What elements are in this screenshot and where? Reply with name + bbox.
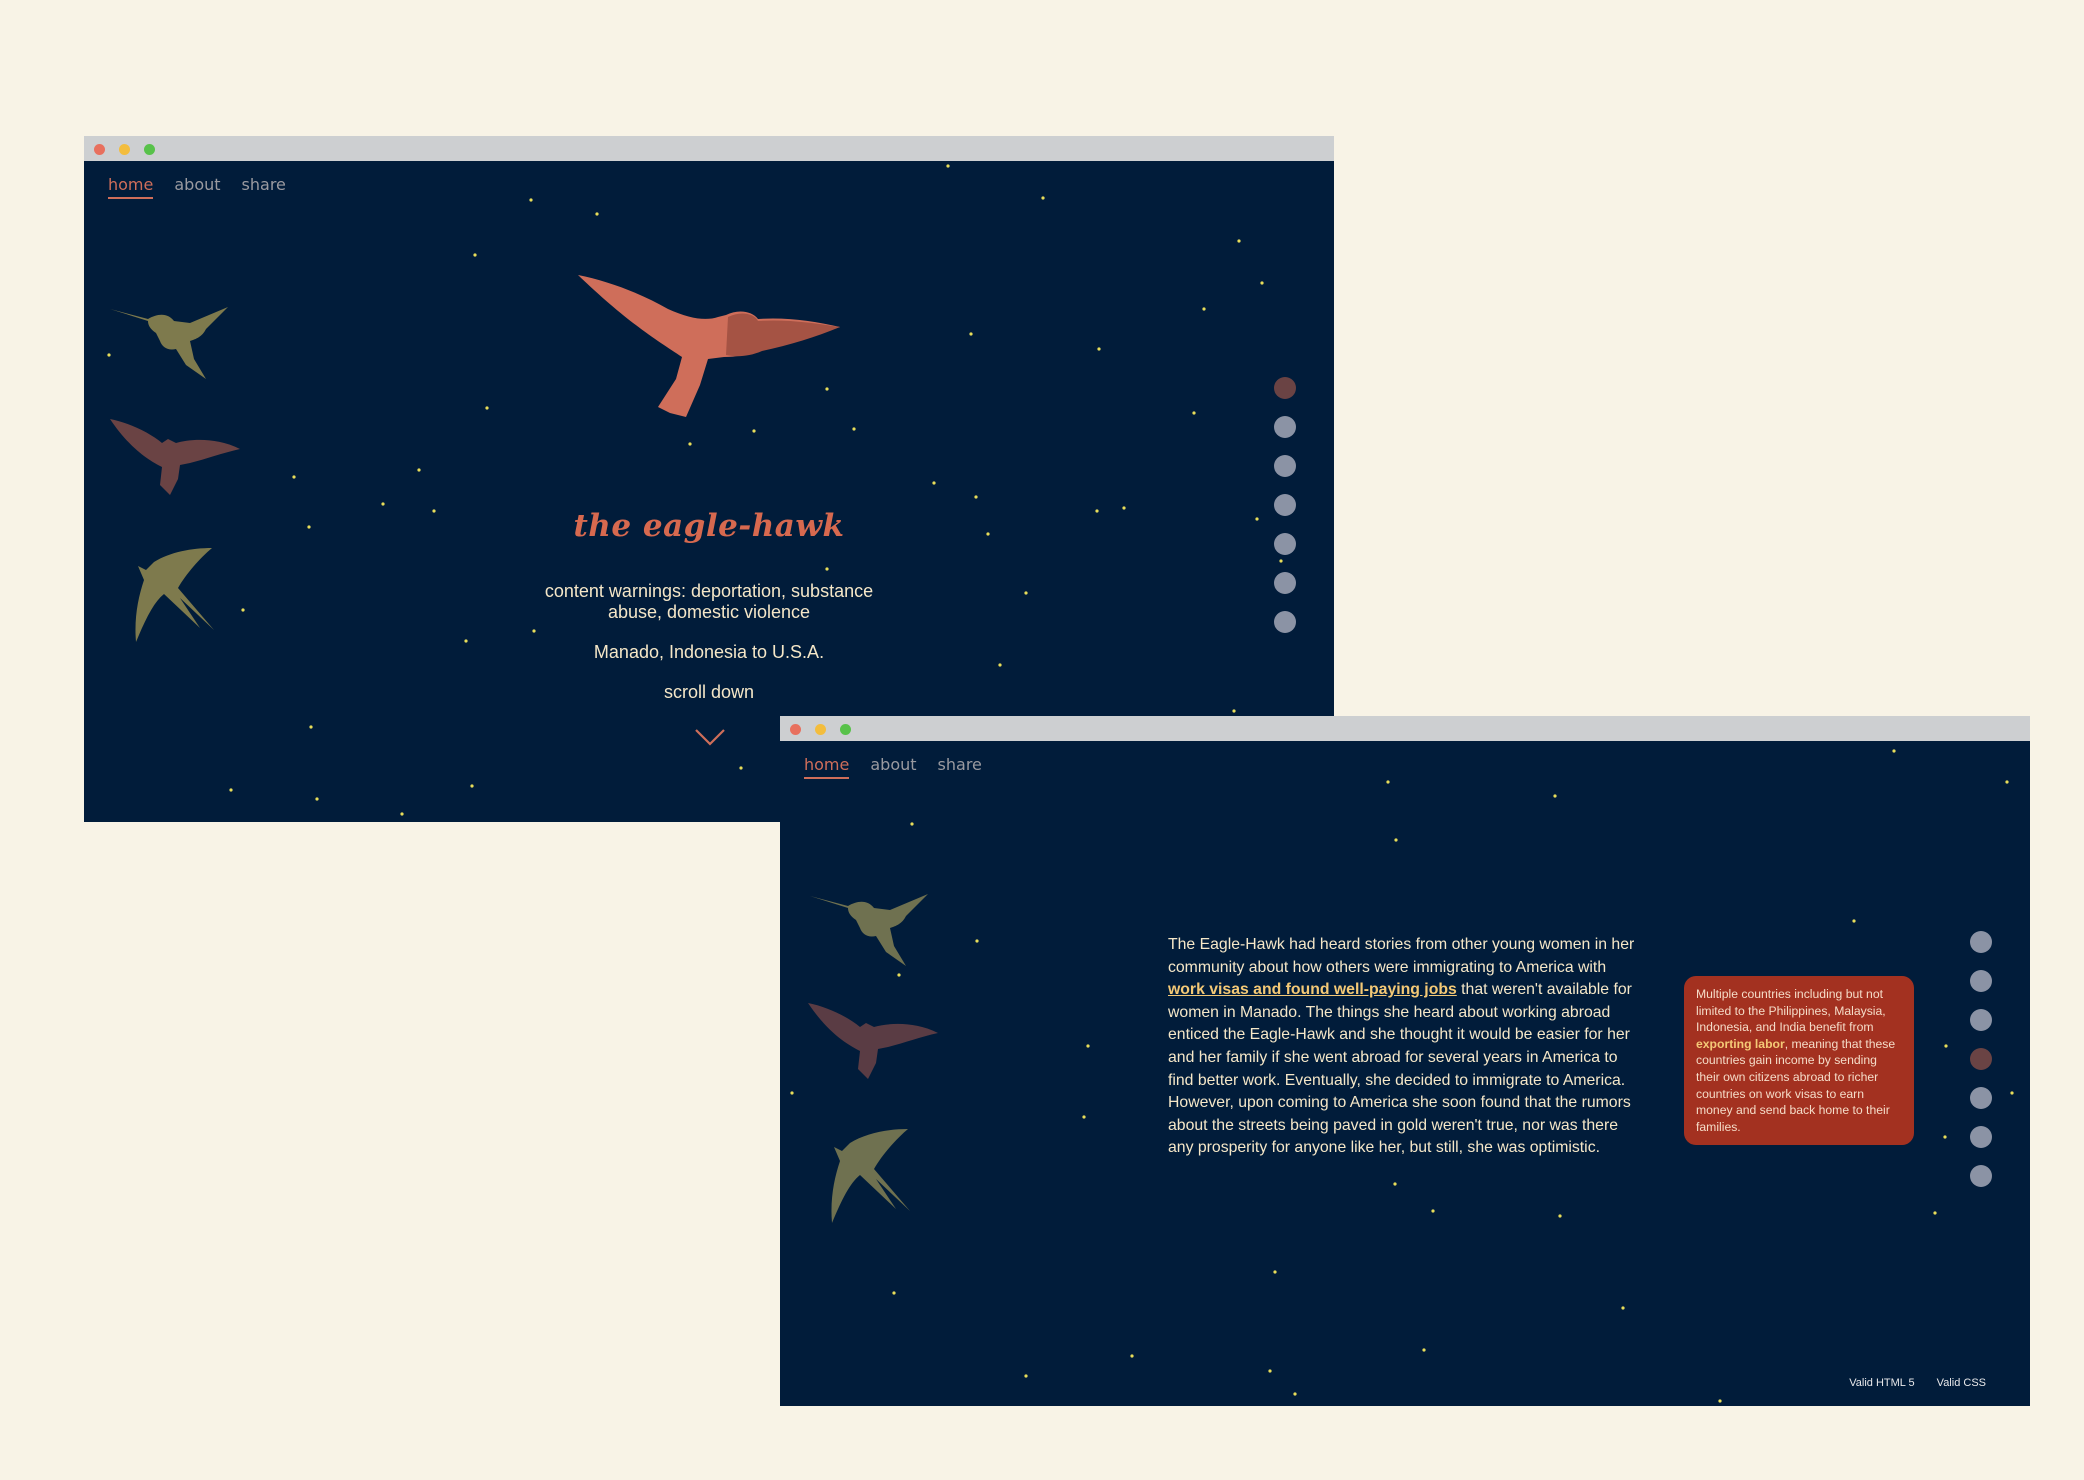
validation-footer: Valid HTML 5 Valid CSS (1849, 1377, 1986, 1389)
story-text: that weren't available for women in Mana… (1168, 981, 1632, 1157)
nav-home-link[interactable]: home (804, 755, 850, 779)
section-dot-1[interactable] (1970, 931, 1992, 953)
hummingbird-icon[interactable] (110, 289, 240, 379)
close-window-button[interactable] (790, 724, 801, 735)
valid-css-link[interactable]: Valid CSS (1937, 1377, 1986, 1389)
eagle-icon[interactable] (808, 1003, 938, 1079)
story-text: The Eagle-Hawk had heard stories from ot… (1168, 936, 1635, 976)
section-dot-2[interactable] (1274, 416, 1296, 438)
eagle-icon[interactable] (110, 419, 240, 495)
close-window-button[interactable] (94, 144, 105, 155)
window-titlebar (84, 136, 1334, 161)
hummingbird-icon[interactable] (810, 876, 940, 966)
nav-about-link[interactable]: about (870, 755, 916, 779)
route-text: Manado, Indonesia to U.S.A. (593, 642, 825, 662)
section-dot-4[interactable] (1274, 494, 1296, 516)
info-callout: Multiple countries including but not lim… (1684, 976, 1914, 1146)
section-dot-5[interactable] (1970, 1087, 1992, 1109)
section-dot-7[interactable] (1274, 611, 1296, 633)
swallow-icon[interactable] (826, 1129, 926, 1223)
main-nav: home about share (804, 755, 982, 779)
page-title: the eagle-hawk (573, 508, 845, 544)
info-text: , meaning that these countries gain inco… (1696, 1036, 1896, 1134)
section-dot-2[interactable] (1970, 970, 1992, 992)
eagle-hero-icon (578, 275, 840, 417)
valid-html-link[interactable]: Valid HTML 5 (1849, 1377, 1914, 1389)
section-dot-6[interactable] (1274, 572, 1296, 594)
chevron-down-icon[interactable] (694, 728, 726, 746)
section-dot-1[interactable] (1274, 377, 1296, 399)
browser-window-story: home about share The Eagle-Hawk had hear… (780, 716, 2030, 1406)
info-text: Multiple countries including but not lim… (1696, 987, 1886, 1035)
nav-share-link[interactable]: share (938, 755, 982, 779)
nav-home-link[interactable]: home (108, 175, 154, 199)
nav-about-link[interactable]: about (174, 175, 220, 199)
section-dot-6[interactable] (1970, 1126, 1992, 1148)
scroll-down-text[interactable]: scroll down (609, 682, 809, 703)
section-dots-nav (1274, 377, 1296, 650)
window-titlebar (780, 716, 2030, 741)
work-visas-link[interactable]: work visas and found well-paying jobs (1168, 981, 1457, 998)
section-dots-nav (1970, 931, 1992, 1204)
section-dot-3[interactable] (1274, 455, 1296, 477)
swallow-icon[interactable] (130, 548, 230, 642)
minimize-window-button[interactable] (815, 724, 826, 735)
section-dot-5[interactable] (1274, 533, 1296, 555)
maximize-window-button[interactable] (840, 724, 851, 735)
content-warning-text: content warnings: deportation, substance… (544, 581, 874, 622)
story-paragraph: The Eagle-Hawk had heard stories from ot… (1168, 934, 1638, 1160)
section-dot-4[interactable] (1970, 1048, 1992, 1070)
page-content: home about share The Eagle-Hawk had hear… (780, 741, 2030, 1406)
minimize-window-button[interactable] (119, 144, 130, 155)
main-nav: home about share (108, 175, 286, 199)
exporting-labor-link[interactable]: exporting labor (1696, 1037, 1785, 1051)
nav-share-link[interactable]: share (242, 175, 286, 199)
section-dot-3[interactable] (1970, 1009, 1992, 1031)
section-dot-7[interactable] (1970, 1165, 1992, 1187)
maximize-window-button[interactable] (144, 144, 155, 155)
